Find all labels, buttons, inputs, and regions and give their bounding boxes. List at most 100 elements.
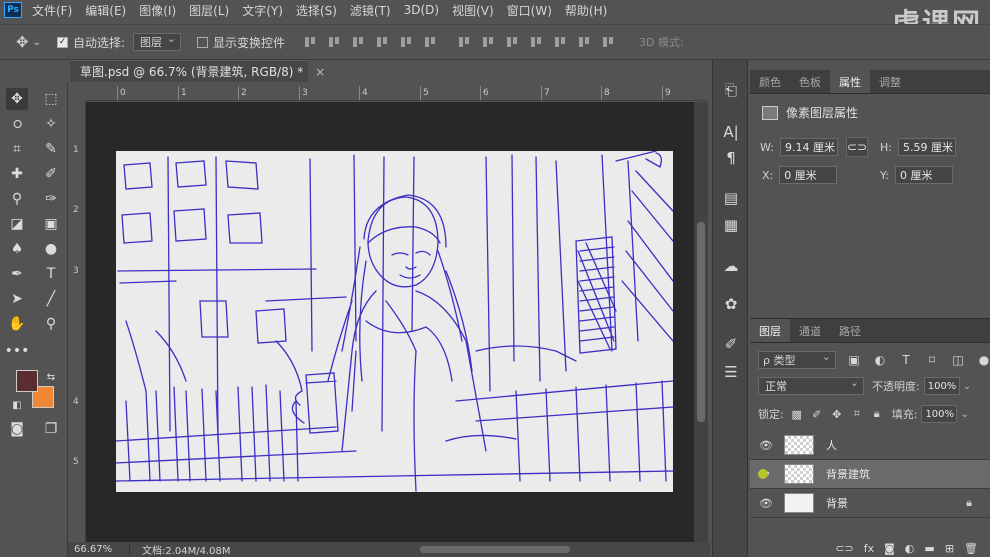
layer-filter-dropdown[interactable]: ρ 类型 <box>758 350 836 369</box>
distribute-right-icon[interactable] <box>577 35 591 49</box>
vertical-scrollbar-thumb[interactable] <box>697 222 705 422</box>
zoom-field[interactable]: 66.67% <box>68 544 130 555</box>
y-field[interactable]: 0 厘米 <box>894 166 953 184</box>
distribute-top-icon[interactable] <box>457 35 471 49</box>
menu-layer[interactable]: 图层(L) <box>189 2 229 19</box>
history-icon[interactable]: ⎗ <box>721 80 741 100</box>
distribute-left-icon[interactable] <box>529 35 543 49</box>
type-tool-icon[interactable]: T <box>40 263 62 285</box>
menu-filter[interactable]: 滤镜(T) <box>350 2 391 19</box>
move-tool-icon[interactable]: ✥ <box>6 88 28 110</box>
layer-row-background-buildings[interactable]: ➚ 背景建筑 <box>750 460 990 489</box>
crop-tool-icon[interactable]: ⌗ <box>6 138 28 160</box>
tab-properties[interactable]: 属性 <box>830 70 870 93</box>
gradient-tool-icon[interactable]: ▣ <box>40 213 62 235</box>
pen-tool-icon[interactable]: ✒ <box>6 263 28 285</box>
menu-3d[interactable]: 3D(D) <box>404 3 439 17</box>
quick-mask-icon[interactable]: ◙ <box>6 418 28 440</box>
eyedropper-tool-icon[interactable]: ✎ <box>40 138 62 160</box>
x-field[interactable]: 0 厘米 <box>779 166 838 184</box>
fill-field[interactable]: 100% <box>921 405 958 423</box>
swap-colors-icon[interactable]: ⇆ <box>40 366 62 388</box>
lock-artboard-icon[interactable]: ⌗ <box>850 407 864 421</box>
horizontal-scrollbar-thumb[interactable] <box>420 546 570 553</box>
marquee-tool-icon[interactable]: ⬚ <box>40 88 62 110</box>
menu-edit[interactable]: 编辑(E) <box>85 2 126 19</box>
brush-tool-icon[interactable]: ✐ <box>40 163 62 185</box>
menu-window[interactable]: 窗口(W) <box>507 2 552 19</box>
show-transform-checkbox[interactable] <box>197 36 209 48</box>
width-field[interactable]: 9.14 厘米 <box>779 138 838 156</box>
character-icon[interactable]: A| <box>721 122 741 142</box>
menu-type[interactable]: 文字(Y) <box>242 2 283 19</box>
lock-transparent-icon[interactable]: ▩ <box>790 407 804 421</box>
chevron-down-icon[interactable]: ⌄ <box>33 37 41 48</box>
distribute-bottom-icon[interactable] <box>505 35 519 49</box>
auto-align-icon[interactable] <box>601 35 615 49</box>
more-tools-icon[interactable]: ••• <box>5 340 30 362</box>
notes-icon[interactable]: ▦ <box>721 215 741 235</box>
link-layers-icon[interactable]: ⊂⊃ <box>835 542 853 555</box>
eye-icon[interactable]: 👁︎ <box>754 497 778 510</box>
distribute-hcenter-icon[interactable] <box>553 35 567 49</box>
align-vcenter-icon[interactable] <box>327 35 341 49</box>
default-colors-icon[interactable]: ◧ <box>6 394 28 416</box>
healing-brush-tool-icon[interactable]: ✚ <box>6 163 28 185</box>
creative-cloud-icon[interactable]: ☁ <box>721 256 741 276</box>
screen-mode-icon[interactable]: ❐ <box>40 418 62 440</box>
lock-position-icon[interactable]: ✥ <box>830 407 844 421</box>
opacity-field[interactable]: 100% <box>923 377 960 395</box>
chevron-down-icon[interactable]: ⌄ <box>963 381 971 392</box>
dodge-tool-icon[interactable]: ● <box>40 238 62 260</box>
clone-stamp-tool-icon[interactable]: ⚲ <box>6 188 28 210</box>
distribute-vcenter-icon[interactable] <box>481 35 495 49</box>
blur-tool-icon[interactable]: ♠ <box>6 238 28 260</box>
tab-swatches[interactable]: 色板 <box>790 70 830 93</box>
menu-file[interactable]: 文件(F) <box>32 2 72 19</box>
libraries-icon[interactable]: ▤ <box>721 188 741 208</box>
align-hcenter-icon[interactable] <box>399 35 413 49</box>
filter-type-icon[interactable]: T <box>898 352 914 368</box>
new-layer-icon[interactable]: ⊞ <box>945 542 954 555</box>
filter-adjustment-icon[interactable]: ◐ <box>872 352 888 368</box>
canvas-artwork[interactable] <box>116 151 673 492</box>
lock-image-icon[interactable]: ✐ <box>810 407 824 421</box>
foreground-color-swatch[interactable] <box>16 370 38 392</box>
menu-view[interactable]: 视图(V) <box>452 2 494 19</box>
close-icon[interactable]: × <box>315 65 325 79</box>
lock-all-icon[interactable]: 🔒︎ <box>870 407 884 421</box>
history-brush-tool-icon[interactable]: ✑ <box>40 188 62 210</box>
hand-tool-icon[interactable]: ✋ <box>6 313 28 335</box>
tab-paths[interactable]: 路径 <box>830 319 870 342</box>
layer-row-background[interactable]: 👁︎ 背景 🔒︎ <box>750 489 990 518</box>
delete-layer-icon[interactable]: 🗑︎ <box>964 542 978 555</box>
fx-icon[interactable]: fx <box>864 542 874 555</box>
blend-mode-dropdown[interactable]: 正常 <box>758 376 864 395</box>
tab-layers[interactable]: 图层 <box>750 319 790 342</box>
adobe-stock-icon[interactable]: ✿ <box>721 294 741 314</box>
zoom-tool-icon[interactable]: ⚲ <box>40 313 62 335</box>
adjustments-icon[interactable]: ☰ <box>721 362 741 382</box>
menu-help[interactable]: 帮助(H) <box>565 2 607 19</box>
align-left-icon[interactable] <box>375 35 389 49</box>
new-group-icon[interactable]: ▬ <box>924 542 934 555</box>
magic-wand-tool-icon[interactable]: ✧ <box>40 113 62 135</box>
filter-toggle-icon[interactable]: ● <box>976 352 990 368</box>
height-field[interactable]: 5.59 厘米 <box>897 138 956 156</box>
horizontal-ruler[interactable]: 0 1 2 3 4 5 6 7 8 9 <box>86 86 708 101</box>
align-bottom-icon[interactable] <box>351 35 365 49</box>
align-top-icon[interactable] <box>303 35 317 49</box>
menu-select[interactable]: 选择(S) <box>296 2 337 19</box>
chevron-down-icon[interactable]: ⌄ <box>960 409 968 420</box>
filter-smart-object-icon[interactable]: ◫ <box>950 352 966 368</box>
tab-adjustments[interactable]: 调整 <box>870 70 910 93</box>
tab-color[interactable]: 颜色 <box>750 70 790 93</box>
layer-row-person[interactable]: 👁︎ 人 <box>750 431 990 460</box>
auto-select-checkbox[interactable]: ✓ <box>56 36 68 48</box>
line-tool-icon[interactable]: ╱ <box>40 288 62 310</box>
filter-shape-icon[interactable]: ⌑ <box>924 352 940 368</box>
move-icon[interactable]: ✥ <box>16 33 29 51</box>
eraser-tool-icon[interactable]: ◪ <box>6 213 28 235</box>
menu-image[interactable]: 图像(I) <box>139 2 176 19</box>
vertical-scrollbar[interactable] <box>694 102 708 542</box>
